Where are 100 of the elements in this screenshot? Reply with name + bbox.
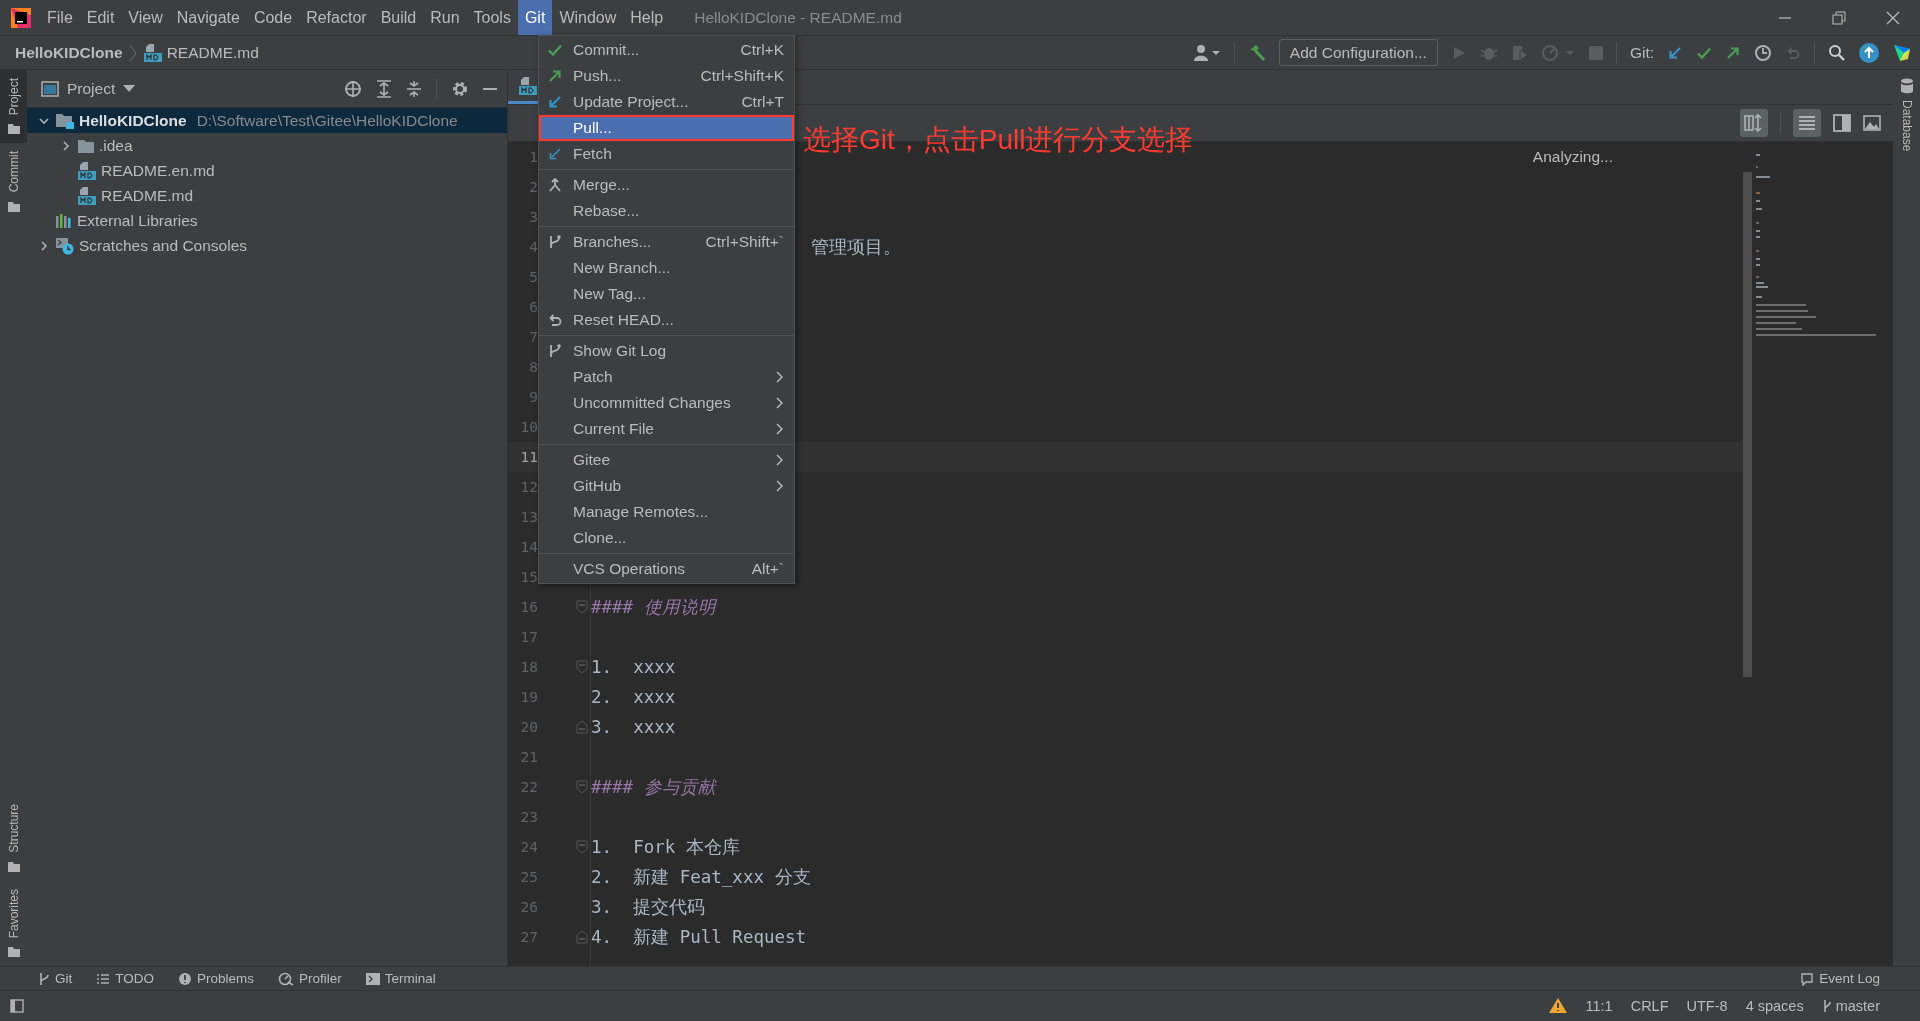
line-number: 19: [519, 689, 538, 705]
chevron-icon[interactable]: [38, 239, 50, 252]
cursor-position[interactable]: 11:1: [1585, 998, 1613, 1014]
tool-window-button[interactable]: Database: [1893, 70, 1920, 160]
menu-item[interactable]: Reset HEAD...: [539, 307, 794, 333]
search-icon[interactable]: [1828, 43, 1846, 62]
warning-circle-icon: [178, 971, 193, 986]
dropdown-icon[interactable]: [123, 84, 136, 93]
fold-marker-icon[interactable]: [576, 660, 588, 674]
menu-item[interactable]: Code: [246, 0, 300, 35]
arrow-icon[interactable]: [1725, 44, 1741, 61]
list-icon: [96, 972, 111, 985]
run-configuration-button[interactable]: Add Configuration...: [1278, 39, 1438, 66]
menu-item[interactable]: Update Project... Ctrl+T: [539, 89, 794, 115]
tool-window-button[interactable]: Profiler: [278, 971, 342, 986]
indent-setting[interactable]: 4 spaces: [1745, 998, 1804, 1014]
menu-item[interactable]: GitHub: [539, 473, 794, 499]
tool-window-button[interactable]: Commit: [0, 143, 27, 221]
code-line: 3. 提交代码: [590, 896, 706, 919]
menu-item[interactable]: Manage Remotes...: [539, 499, 794, 525]
menu-item[interactable]: Clone...: [539, 525, 794, 551]
settings-icon[interactable]: [451, 79, 469, 98]
tool-window-button[interactable]: Project: [0, 70, 27, 144]
layout-toggle-icon[interactable]: [10, 999, 24, 1013]
tree-row[interactable]: README.en.md: [27, 158, 507, 183]
database-icon: [1899, 78, 1914, 94]
menu-item[interactable]: Tools: [466, 0, 518, 35]
menu-item[interactable]: New Branch...: [539, 255, 794, 281]
menu-item[interactable]: View: [121, 0, 170, 35]
menu-item[interactable]: Uncommitted Changes: [539, 390, 794, 416]
chevron-icon[interactable]: [60, 139, 72, 152]
code-line: 2. 新建 Feat_xxx 分支: [590, 866, 811, 889]
breadcrumb[interactable]: HelloKIDClone: [15, 43, 123, 62]
restore-icon[interactable]: [1832, 10, 1846, 25]
fold-marker-icon[interactable]: [576, 720, 588, 734]
menu-item[interactable]: Current File: [539, 416, 794, 442]
fold-marker-icon[interactable]: [576, 600, 588, 614]
menu-item[interactable]: VCS Operations Alt+`: [539, 556, 794, 582]
menu-item[interactable]: Show Git Log: [539, 338, 794, 364]
tool-window-button[interactable]: Terminal: [365, 971, 436, 986]
menu-item[interactable]: Build: [373, 0, 424, 35]
menu-item[interactable]: New Tag...: [539, 281, 794, 307]
undo-icon: [547, 312, 563, 328]
arrow-icon[interactable]: [1667, 44, 1683, 61]
line-number: 7: [528, 329, 538, 345]
expand-all-icon[interactable]: [376, 79, 392, 98]
menu-item[interactable]: Push... Ctrl+Shift+K: [539, 63, 794, 89]
split-view-icon[interactable]: [1740, 109, 1768, 137]
line-ending[interactable]: CRLF: [1630, 998, 1669, 1014]
menu-item[interactable]: Fetch: [539, 141, 794, 167]
tool-window-button[interactable]: Structure: [0, 795, 27, 881]
markdown-file-icon: [77, 185, 97, 206]
menu-item[interactable]: Help: [623, 0, 671, 35]
menu-item[interactable]: Branches... Ctrl+Shift+`: [539, 229, 794, 255]
history-icon[interactable]: [1754, 43, 1772, 62]
tool-window-button[interactable]: Favorites: [0, 880, 27, 966]
collapse-all-icon[interactable]: [406, 79, 422, 98]
menu-item[interactable]: Rebase...: [539, 198, 794, 224]
line-number: 15: [519, 569, 538, 585]
menu-item[interactable]: Run: [423, 0, 467, 35]
line-number: 6: [528, 299, 538, 315]
scrollbar-thumb[interactable]: [1743, 172, 1752, 677]
menu-item[interactable]: File: [40, 0, 80, 35]
image-icon[interactable]: [1863, 114, 1881, 132]
tree-row[interactable]: Scratches and Consoles: [27, 233, 507, 258]
fold-marker-icon[interactable]: [576, 930, 588, 944]
menu-item[interactable]: Window: [552, 0, 624, 35]
tree-row[interactable]: README.md: [27, 183, 507, 208]
markdown-file-icon: [142, 42, 163, 63]
close-icon[interactable]: [1886, 10, 1900, 25]
tool-window-button[interactable]: Git: [38, 971, 73, 986]
file-encoding[interactable]: UTF-8: [1686, 998, 1728, 1014]
warning-icon[interactable]: [1547, 997, 1568, 1015]
menu-item[interactable]: Git: [517, 0, 553, 35]
breadcrumb[interactable]: README.md: [166, 43, 259, 62]
upload-icon[interactable]: [1859, 42, 1879, 63]
fold-marker-icon[interactable]: [576, 840, 588, 854]
menu-item[interactable]: Merge...: [539, 172, 794, 198]
editor-only-icon[interactable]: [1793, 109, 1821, 137]
panel-title[interactable]: Project: [67, 79, 116, 98]
tool-window-button[interactable]: Event Log: [1800, 971, 1880, 986]
branch-widget[interactable]: master: [1821, 998, 1880, 1014]
menu-item[interactable]: Gitee: [539, 447, 794, 473]
tree-row[interactable]: HelloKIDClone D:\Software\Test\Gitee\HelloKIDClone: [27, 108, 507, 133]
markdown-file-icon: [77, 160, 97, 181]
split-preview-icon[interactable]: [1833, 114, 1851, 132]
fold-marker-icon[interactable]: [576, 780, 588, 794]
menu-item[interactable]: Patch: [539, 364, 794, 390]
menu-item[interactable]: Edit: [79, 0, 122, 35]
plugin-logo-icon[interactable]: [1892, 42, 1912, 63]
menu-item[interactable]: Commit... Ctrl+K: [539, 37, 794, 63]
menu-item[interactable]: Pull...: [539, 115, 794, 141]
tree-row[interactable]: External Libraries: [27, 208, 507, 233]
locate-icon[interactable]: [344, 79, 362, 98]
tool-window-button[interactable]: Problems: [178, 971, 255, 986]
tree-row[interactable]: .idea: [27, 133, 507, 158]
user-dropdown-icon[interactable]: [1192, 43, 1221, 62]
menu-item[interactable]: Navigate: [169, 0, 247, 35]
menu-item[interactable]: Refactor: [299, 0, 374, 35]
tool-window-button[interactable]: TODO: [96, 971, 155, 986]
